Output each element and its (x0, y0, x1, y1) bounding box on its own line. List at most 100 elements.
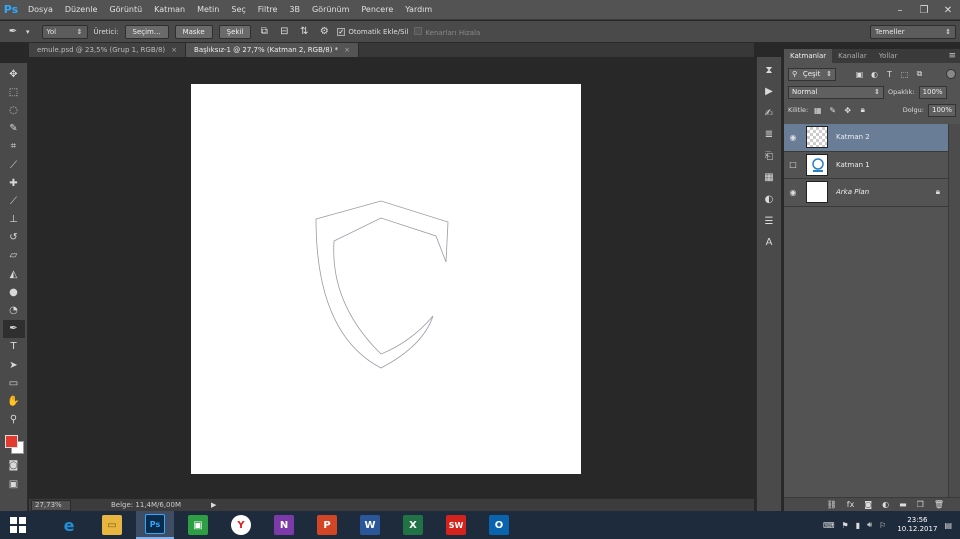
foreground-color-swatch[interactable] (4, 434, 18, 448)
gear-icon[interactable]: ⚙ (317, 25, 331, 39)
taskbar-store[interactable]: ▣ (179, 511, 217, 539)
tab-paths[interactable]: Yollar (873, 49, 904, 63)
swatches-panel-icon[interactable]: ▦ (760, 169, 778, 187)
start-button[interactable] (0, 511, 36, 539)
keyboard-icon[interactable]: ⌨ (823, 521, 835, 530)
lock-all-icon[interactable]: 🔒︎ (857, 105, 868, 116)
history-brush-tool-icon[interactable]: ↺ (3, 229, 25, 247)
menu-view[interactable]: Görünüm (306, 0, 355, 20)
close-icon[interactable]: × (344, 46, 350, 54)
taskbar-powerpoint[interactable]: P (308, 511, 346, 539)
taskbar-file-explorer[interactable]: ▭ (93, 511, 131, 539)
menu-3d[interactable]: 3B (283, 0, 306, 20)
layer-row-katman-1[interactable]: □ Katman 1 (784, 152, 948, 179)
history-panel-icon[interactable]: ⧗ (760, 61, 778, 79)
filter-adjustment-icon[interactable]: ◐ (869, 69, 880, 80)
screen-mode-icon[interactable]: ▣ (3, 475, 25, 493)
fx-icon[interactable]: fx (847, 500, 855, 509)
eraser-tool-icon[interactable]: ▱ (3, 247, 25, 265)
trash-icon[interactable]: 🗑︎ (934, 500, 944, 509)
zoom-tool-icon[interactable]: ⚲ (3, 411, 25, 429)
clone-source-icon[interactable]: ⎗ (760, 147, 778, 165)
filter-shape-icon[interactable]: ⬚ (899, 69, 910, 80)
taskbar-word[interactable]: W (351, 511, 389, 539)
type-tool-icon[interactable]: T (3, 338, 25, 356)
clone-stamp-tool-icon[interactable]: ⊥ (3, 211, 25, 229)
tab-channels[interactable]: Kanallar (832, 49, 873, 63)
menu-help[interactable]: Yardım (399, 0, 438, 20)
quick-mask-icon[interactable]: ◙ (3, 457, 25, 475)
selection-button[interactable]: Seçim... (124, 24, 169, 39)
character-panel-icon[interactable]: A (760, 234, 778, 252)
group-icon[interactable]: ▬ (899, 500, 907, 509)
pen-tool-icon[interactable]: ✒ (2, 319, 25, 338)
move-tool-icon[interactable]: ✥ (3, 65, 25, 83)
eye-icon[interactable]: ◉ (784, 133, 802, 142)
close-button[interactable]: ✕ (936, 0, 960, 20)
taskbar-clock[interactable]: 23:56 10.12.2017 (897, 516, 937, 534)
blend-mode-select[interactable]: Normal ⇕ (788, 85, 884, 99)
menu-type[interactable]: Metin (191, 0, 225, 20)
blur-tool-icon[interactable]: ● (3, 283, 25, 301)
menu-select[interactable]: Seç (225, 0, 251, 20)
healing-brush-tool-icon[interactable]: ✚ (3, 174, 25, 192)
lock-pixels-icon[interactable]: ✎ (827, 105, 838, 116)
filter-pixel-icon[interactable]: ▣ (854, 69, 865, 80)
zoom-field[interactable]: 27,73% (31, 499, 71, 511)
notification-flag-icon[interactable]: ⚑ (842, 521, 849, 530)
mask-button[interactable]: Maske (174, 24, 213, 39)
path-arrangement-icon[interactable]: ⇅ (297, 25, 311, 39)
eye-icon[interactable]: ◉ (784, 188, 802, 197)
menu-edit[interactable]: Düzenle (59, 0, 104, 20)
notifications-icon[interactable]: ▤ (944, 521, 952, 530)
filter-toggle[interactable] (946, 69, 956, 79)
close-icon[interactable]: × (171, 46, 177, 54)
layer-row-katman-2[interactable]: ◉ Katman 2 (784, 124, 948, 152)
lock-transparent-icon[interactable]: ▦ (812, 105, 823, 116)
lasso-tool-icon[interactable]: ◌ (3, 101, 25, 119)
status-menu-arrow[interactable]: ▶ (211, 501, 216, 509)
mask-icon[interactable]: ◙ (864, 500, 872, 509)
taskbar-solidworks[interactable]: SW (437, 511, 475, 539)
taskbar-internet-explorer[interactable]: e (50, 511, 88, 539)
preset-chevron-icon[interactable]: ▾ (26, 28, 30, 36)
rectangle-tool-icon[interactable]: ▭ (3, 374, 25, 392)
path-alignment-icon[interactable]: ⊟ (277, 25, 291, 39)
tab-layers[interactable]: Katmanlar (784, 49, 833, 63)
link-icon[interactable]: ⛓ (827, 500, 837, 509)
language-icon[interactable]: ⚐ (879, 521, 886, 530)
adjustment-icon[interactable]: ◐ (882, 500, 889, 509)
menu-layer[interactable]: Katman (148, 0, 191, 20)
minimize-button[interactable]: – (888, 0, 912, 20)
pen-tool-preset-icon[interactable]: ✒ (6, 25, 20, 39)
visibility-off-icon[interactable]: □ (784, 160, 802, 169)
hand-tool-icon[interactable]: ✋ (3, 392, 25, 410)
eyedropper-tool-icon[interactable]: ⟋ (3, 156, 25, 174)
brush-tool-icon[interactable]: ⟋ (3, 192, 25, 210)
tab-untitled-1[interactable]: Başlıksız-1 @ 27,7% (Katman 2, RGB/8) * × (186, 43, 360, 57)
menu-filter[interactable]: Filtre (252, 0, 284, 20)
tab-emule[interactable]: emule.psd @ 23,5% (Grup 1, RGB/8) × (29, 43, 187, 57)
marquee-tool-icon[interactable]: ⬚ (3, 83, 25, 101)
menu-file[interactable]: Dosya (22, 0, 59, 20)
taskbar-photoshop[interactable]: Ps (136, 511, 174, 539)
actions-panel-icon[interactable]: ▶ (760, 83, 778, 101)
panel-menu-icon[interactable]: ≡ (948, 49, 960, 63)
filter-kind-select[interactable]: ⚲ Çeşit ⇕ (788, 67, 836, 81)
menu-window[interactable]: Pencere (355, 0, 399, 20)
panel-scrollbar[interactable] (948, 124, 960, 539)
tool-presets-icon[interactable]: ✍ (760, 104, 778, 122)
workspace-select[interactable]: Temeller ⇕ (870, 25, 956, 39)
document-canvas[interactable] (191, 84, 581, 474)
network-icon[interactable]: ▮ (856, 521, 860, 530)
maximize-button[interactable]: ❐ (912, 0, 936, 20)
path-operations-icon[interactable]: ⧉ (257, 25, 271, 39)
paint-bucket-tool-icon[interactable]: ◭ (3, 265, 25, 283)
path-selection-tool-icon[interactable]: ➤ (3, 356, 25, 374)
properties-panel-icon[interactable]: ☰ (760, 212, 778, 230)
opacity-input[interactable]: 100% (918, 85, 947, 99)
pen-mode-select[interactable]: Yol ⇕ (41, 24, 88, 39)
adjustments-panel-icon[interactable]: ◐ (760, 191, 778, 209)
brush-settings-icon[interactable]: ≣ (760, 126, 778, 144)
taskbar-onenote[interactable]: N (265, 511, 303, 539)
